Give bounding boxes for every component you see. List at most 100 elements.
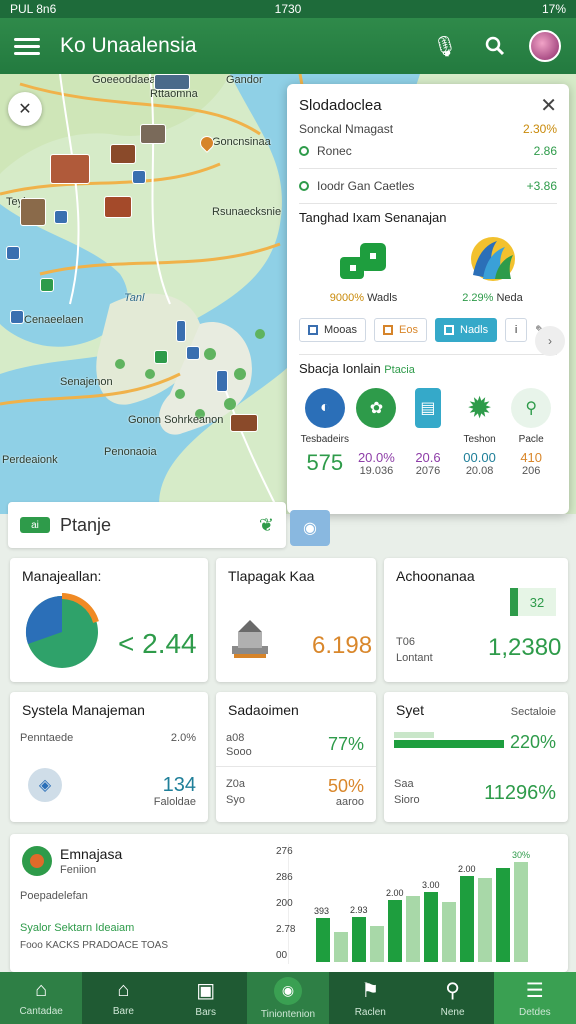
bar[interactable] (478, 878, 492, 962)
tile-pct: 2.29% (462, 292, 494, 304)
locate-button[interactable]: ◉ (290, 510, 330, 546)
section-badge: ai (20, 517, 50, 533)
eye-icon: ◈ (28, 768, 62, 802)
map-pin[interactable] (6, 246, 20, 260)
stat-tile[interactable]: 2.29% Neda (438, 235, 548, 304)
map-label: Goncnsinaa (212, 136, 271, 148)
category-item[interactable]: ◐ Tesbadeirs 575 (299, 388, 351, 477)
section-title: Sbacja Ionlain Ptacia (299, 361, 415, 376)
y-tick-label: 276 (276, 846, 293, 857)
data-label: 30% (512, 850, 530, 860)
card-title: Manajeallan: (22, 568, 102, 584)
bar[interactable] (442, 902, 456, 962)
filter-chip[interactable]: Eos (374, 318, 427, 342)
map-pin[interactable] (54, 210, 68, 224)
category-item[interactable]: ✹ Teshon 00.00 20.08 (454, 388, 506, 478)
nav-home[interactable]: ⌂ Cantadae (0, 972, 83, 1024)
data-label: 2.00 (458, 864, 476, 874)
menu-icon[interactable] (14, 33, 40, 59)
filter-chip[interactable]: Mooas (299, 318, 367, 342)
chevron-right-icon[interactable]: › (535, 326, 565, 356)
card-link[interactable]: Syalor Sektarn Ideaiam (20, 922, 134, 934)
nav-globe[interactable]: ◉ Tiniontenion (246, 972, 330, 1024)
menu-icon: ☰ (525, 980, 544, 1002)
card-sub: Saa (394, 778, 414, 790)
leaf-icon: ✿ (356, 388, 397, 428)
y-tick-label: 2.78 (276, 924, 296, 935)
doc-icon: ▣ (196, 980, 216, 1002)
stat-tile[interactable]: 9000% Wadls (309, 235, 419, 304)
map-pin[interactable] (50, 154, 90, 184)
nav-bare[interactable]: ⌂ Bare (82, 972, 164, 1024)
map-pin[interactable] (154, 74, 190, 90)
donut-chart (25, 593, 99, 668)
mic-icon[interactable]: 🎙 (428, 29, 462, 63)
nav-bars[interactable]: ▣ Bars (165, 972, 247, 1024)
document-icon: ▤ (414, 388, 441, 428)
section-title: Ptanje (60, 514, 112, 535)
star-icon: ✹ (467, 391, 493, 425)
map-pin[interactable] (216, 370, 228, 392)
status-left: PUL 8n6 (10, 2, 57, 16)
category-item[interactable]: ⚲ Pacle 410 206 (505, 388, 557, 477)
avatar[interactable] (528, 29, 562, 63)
nav-search[interactable]: ⚲ Nene (411, 972, 493, 1024)
bar[interactable] (406, 896, 420, 962)
stat-card[interactable]: Achoonanaa 32 T06 Lontant 1,2380 (384, 558, 568, 682)
leaf-icon[interactable]: ❦ (259, 515, 274, 536)
divider (299, 354, 557, 355)
bar[interactable] (460, 876, 474, 962)
map-pin[interactable] (110, 144, 136, 164)
card-sub: Syo (226, 794, 245, 806)
bar[interactable] (424, 892, 438, 962)
nav-menu[interactable]: ☰ Detdes (493, 972, 576, 1024)
stat-card[interactable]: Tlapagak Kaa 6.198 (216, 558, 376, 682)
bar[interactable] (514, 862, 528, 962)
chart-card[interactable]: Emnajasa Feniion Poepadelefan Syalor Sek… (10, 834, 568, 972)
bar-chart: 276 286 200 2.78 00 393 2.93 2.00 3.00 2.00 30% (276, 846, 530, 962)
card-sub: a08 (226, 732, 245, 744)
bar[interactable] (334, 932, 348, 962)
card-sub: Sioro (394, 794, 420, 806)
stat-card[interactable]: Sadaoimen a08 Sooo 77% Z0a Syo 50% aaroo (216, 692, 376, 822)
category-item[interactable]: ✿ 20.0% 19.036 (351, 388, 403, 477)
close-icon[interactable]: ✕ (540, 93, 557, 118)
bar[interactable] (316, 918, 330, 962)
card-sub: Z0a (226, 778, 245, 790)
bar[interactable] (388, 900, 402, 962)
card-pct: 77% (327, 734, 364, 754)
map-pin[interactable] (40, 278, 54, 292)
panel-row-value: +3.86 (526, 179, 557, 193)
tile-pct: 9000% (329, 292, 365, 304)
map-pin[interactable] (176, 320, 186, 342)
compass-icon[interactable]: ✕ (8, 92, 42, 126)
category-item[interactable]: ▤ 20.6 2076 (402, 388, 454, 477)
map-pin[interactable] (132, 170, 146, 184)
nav-raclen[interactable]: ⚑ Raclen (329, 972, 411, 1024)
map-pin[interactable] (186, 346, 200, 360)
map-pin[interactable] (10, 310, 24, 324)
map-pin[interactable] (104, 196, 132, 218)
pin-icon: ⚲ (511, 388, 552, 428)
map-label: Rsunaecksnie (212, 206, 282, 218)
bar[interactable] (352, 917, 366, 962)
map-pin[interactable] (140, 124, 166, 144)
stat-card[interactable]: Manajeallan: < 2.44 (10, 558, 208, 682)
info-icon[interactable]: i (505, 318, 528, 342)
panel-row-label: Ronec (317, 144, 352, 158)
card-title: Systela Manajeman (22, 702, 145, 718)
section-header[interactable]: ai Ptanje ❦ (8, 502, 286, 548)
map-pin[interactable] (230, 414, 258, 432)
status-time: 1730 (274, 2, 302, 16)
search-icon[interactable] (478, 29, 512, 63)
y-tick-label: 00 (276, 950, 288, 961)
bar[interactable] (496, 868, 510, 962)
stat-card[interactable]: Systela Manajeman Penntaede 2.0% ◈ 134 F… (10, 692, 208, 822)
filter-chip[interactable]: Nadls (435, 318, 498, 342)
bar[interactable] (370, 926, 384, 962)
map-pin[interactable] (154, 350, 168, 364)
compass-circle-icon: ◐ (304, 388, 345, 428)
map-pin[interactable] (20, 198, 46, 226)
progress-bar (394, 732, 504, 750)
stat-card[interactable]: Syet Sectaloie 220% Saa Sioro 11296% (384, 692, 568, 822)
